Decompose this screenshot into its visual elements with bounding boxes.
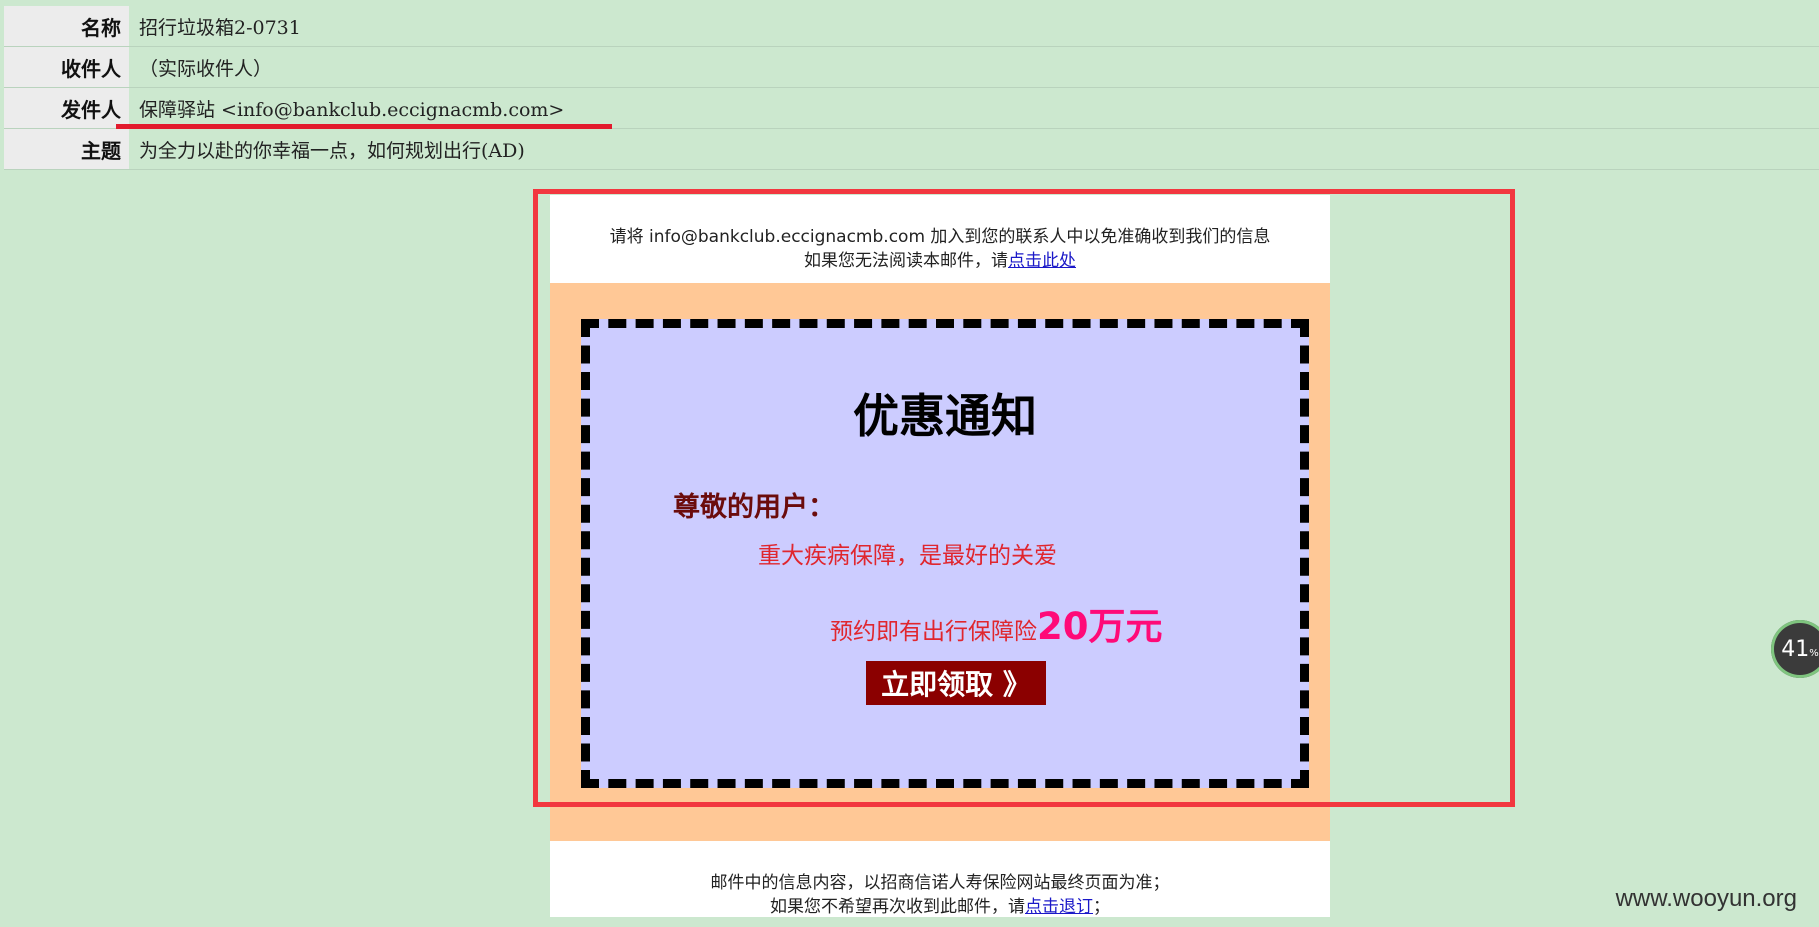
- footer-disclaimer: 邮件中的信息内容，以招商信诺人寿保险网站最终页面为准；: [710, 873, 1170, 893]
- unsubscribe-link[interactable]: 点击退订: [1025, 897, 1093, 917]
- header-value: 为全力以赴的你幸福一点，如何规划出行(AD): [139, 139, 525, 162]
- promo-greeting: 尊敬的用户：: [673, 492, 835, 523]
- email-footer: 邮件中的信息内容，以招商信诺人寿保险网站最终页面为准； 如果您不希望再次收到此邮…: [550, 841, 1330, 917]
- header-key: 主题: [4, 129, 129, 169]
- promo-card: 优惠通知 尊敬的用户： 重大疾病保障，是最好的关爱 预约即有出行保障险20万元 …: [581, 319, 1309, 788]
- unsubscribe-suffix: ；: [1093, 897, 1110, 917]
- promo-tagline: 重大疾病保障，是最好的关爱: [758, 543, 1057, 569]
- claim-now-button[interactable]: 立即领取 》: [866, 661, 1046, 705]
- promo-offer: 预约即有出行保障险20万元: [830, 596, 1163, 650]
- header-row-subject: 主题 为全力以赴的你幸福一点，如何规划出行(AD): [4, 129, 1819, 170]
- header-value: 招行垃圾箱2-0731: [139, 16, 301, 39]
- email-top-notice: 请将 info@bankclub.eccignacmb.com 加入到您的联系人…: [550, 195, 1330, 283]
- view-online-text: 如果您无法阅读本邮件，请: [804, 251, 1008, 271]
- promo-banner: 优惠通知 尊敬的用户： 重大疾病保障，是最好的关爱 预约即有出行保障险20万元 …: [550, 283, 1330, 823]
- view-online-notice: 如果您无法阅读本邮件，请点击此处: [550, 249, 1330, 273]
- unsubscribe-text: 如果您不希望再次收到此邮件，请: [770, 897, 1025, 917]
- header-value: 保障驿站 <info@bankclub.eccignacmb.com>: [139, 98, 565, 121]
- header-row-sender: 发件人 保障驿站 <info@bankclub.eccignacmb.com>: [4, 88, 1819, 129]
- promo-title: 优惠通知: [853, 389, 1037, 443]
- speed-badge-value: 41: [1781, 636, 1810, 662]
- watermark: www.wooyun.org: [1615, 885, 1797, 912]
- promo-bottom-band: [550, 823, 1330, 841]
- email-body: 请将 info@bankclub.eccignacmb.com 加入到您的联系人…: [550, 195, 1330, 917]
- speed-badge[interactable]: 41%: [1771, 620, 1819, 678]
- header-value: （实际收件人）: [139, 57, 273, 80]
- view-online-link[interactable]: 点击此处: [1008, 251, 1076, 271]
- promo-offer-text: 预约即有出行保障险: [830, 619, 1037, 645]
- unsubscribe-notice: 如果您不希望再次收到此邮件，请点击退订；: [550, 895, 1330, 919]
- sender-underline-annotation: [116, 124, 612, 129]
- header-key: 发件人: [4, 88, 129, 128]
- speed-badge-unit: %: [1809, 647, 1819, 659]
- header-row-name: 名称 招行垃圾箱2-0731: [4, 6, 1819, 47]
- promo-offer-amount: 20万元: [1037, 605, 1163, 648]
- header-key: 名称: [4, 6, 129, 46]
- header-row-recipient: 收件人 （实际收件人）: [4, 47, 1819, 88]
- email-header-table: 名称 招行垃圾箱2-0731 收件人 （实际收件人） 发件人 保障驿站 <inf…: [4, 6, 1819, 170]
- header-key: 收件人: [4, 47, 129, 87]
- add-contact-notice: 请将 info@bankclub.eccignacmb.com 加入到您的联系人…: [609, 227, 1271, 247]
